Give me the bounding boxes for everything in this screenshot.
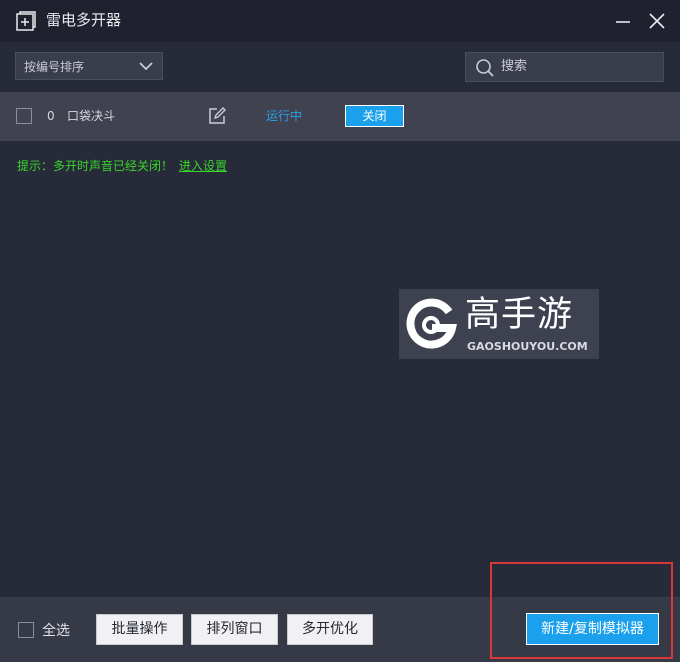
window-title: 雷电多开器 bbox=[46, 11, 122, 29]
instance-checkbox[interactable] bbox=[16, 108, 32, 124]
toolbar: 按编号排序 搜索 bbox=[0, 42, 680, 92]
sort-dropdown[interactable]: 按编号排序 bbox=[15, 52, 163, 80]
multi-open-optimize-button[interactable]: 多开优化 bbox=[287, 614, 373, 645]
batch-operation-button[interactable]: 批量操作 bbox=[96, 614, 183, 645]
instance-row: 0 口袋决斗 运行中 关闭 bbox=[0, 92, 680, 141]
edit-icon[interactable] bbox=[208, 107, 226, 125]
enter-settings-link[interactable]: 进入设置 bbox=[179, 158, 227, 174]
sound-hint-text: 提示：多开时声音已经关闭！ bbox=[17, 159, 174, 173]
multi-instance-app-icon bbox=[16, 11, 36, 31]
gaoshouyou-logo-icon bbox=[406, 298, 457, 349]
instance-index: 0 bbox=[47, 109, 55, 123]
select-all-checkbox[interactable] bbox=[18, 622, 34, 638]
instance-status: 运行中 bbox=[266, 109, 303, 123]
search-input[interactable]: 搜索 bbox=[465, 52, 664, 82]
sort-dropdown-label: 按编号排序 bbox=[24, 60, 85, 74]
watermark-title: 高手游 bbox=[465, 295, 574, 335]
arrange-windows-button[interactable]: 排列窗口 bbox=[191, 614, 278, 645]
chevron-down-icon bbox=[139, 62, 153, 71]
select-all-label[interactable]: 全选 bbox=[42, 622, 70, 640]
title-bar: 雷电多开器 bbox=[0, 0, 680, 42]
watermark: 高手游 GAOSHOUYOU.COM bbox=[399, 289, 599, 359]
bottom-bar: 全选 批量操作 排列窗口 多开优化 新建/复制模拟器 bbox=[0, 597, 680, 662]
search-placeholder: 搜索 bbox=[501, 59, 528, 74]
new-copy-emulator-button[interactable]: 新建/复制模拟器 bbox=[526, 613, 659, 645]
search-icon bbox=[476, 59, 494, 77]
close-icon[interactable] bbox=[648, 12, 666, 30]
instance-name: 口袋决斗 bbox=[67, 109, 116, 123]
instance-close-button[interactable]: 关闭 bbox=[345, 105, 404, 127]
watermark-subtitle: GAOSHOUYOU.COM bbox=[467, 340, 588, 353]
minimize-icon[interactable] bbox=[614, 12, 632, 30]
